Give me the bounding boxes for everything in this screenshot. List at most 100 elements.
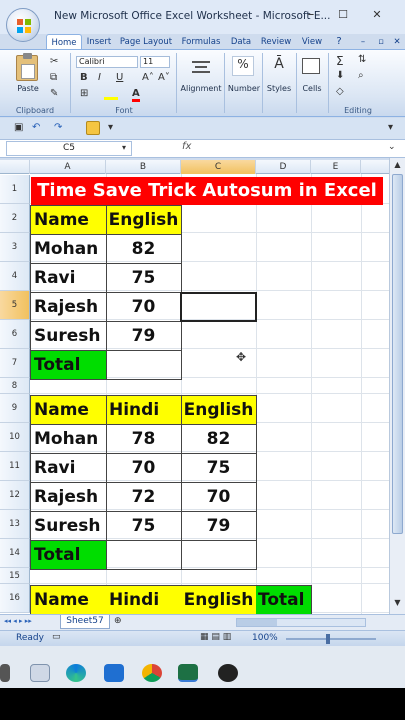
horizontal-scroll-thumb[interactable] [237, 619, 277, 626]
save-icon[interactable]: ▣ [14, 122, 23, 133]
row-header-3[interactable]: 3 [0, 233, 30, 262]
row-header-9[interactable]: 9 [0, 394, 30, 423]
cells-icon[interactable] [302, 58, 320, 74]
number-label[interactable]: Number [226, 84, 262, 93]
excel-icon[interactable] [178, 664, 198, 682]
start-icon[interactable] [0, 664, 10, 682]
tab-insert[interactable]: Insert [84, 34, 114, 50]
tab-page-layout[interactable]: Page Layout [118, 34, 174, 50]
ribbon-minimize-icon[interactable]: – [356, 34, 370, 50]
alignment-label[interactable]: Alignment [178, 84, 224, 93]
alignment-icon[interactable] [190, 58, 212, 76]
zoom-slider[interactable] [286, 634, 376, 644]
expand-formula-icon[interactable]: ⌄ [388, 142, 396, 152]
worksheet-grid[interactable]: A B C D E 1 2 3 4 5 6 7 8 9 10 11 12 13 14 15 16 Time S… [0, 160, 390, 614]
recorder-icon[interactable] [218, 664, 238, 682]
formula-bar: C5 ▾ fx ⌄ [0, 140, 405, 158]
macro-record-icon[interactable]: ▭ [52, 632, 61, 642]
sheet-tab[interactable]: Sheet57 [60, 615, 110, 629]
tab-home[interactable]: Home [46, 34, 82, 50]
insert-function-button[interactable]: fx [182, 141, 191, 152]
row-header-1[interactable]: 1 [0, 175, 30, 204]
copy-icon[interactable]: ⧉ [50, 72, 57, 83]
help-icon[interactable]: ? [332, 34, 346, 50]
column-header-d[interactable]: D [256, 160, 311, 174]
row-header-10[interactable]: 10 [0, 423, 30, 452]
column-header-b[interactable]: B [106, 160, 181, 174]
tab-data[interactable]: Data [228, 34, 254, 50]
font-color-button[interactable]: A [132, 88, 140, 102]
zoom-level[interactable]: 100% [252, 633, 278, 643]
clear-icon[interactable]: ◇ [336, 86, 344, 97]
vertical-scrollbar[interactable]: ▲ ▼ [389, 158, 405, 614]
scroll-up-icon[interactable]: ▲ [391, 160, 404, 172]
font-size-select[interactable]: 11 [140, 56, 170, 68]
name-box[interactable]: C5 [6, 141, 132, 156]
row-header-15[interactable]: 15 [0, 568, 30, 584]
tab-review[interactable]: Review [258, 34, 294, 50]
view-buttons-icon[interactable]: ▦ ▤ ▥ [200, 632, 231, 642]
close-button[interactable]: ✕ [366, 6, 388, 24]
row-header-2[interactable]: 2 [0, 204, 30, 233]
paste-label[interactable]: Paste [10, 84, 46, 93]
row-header-14[interactable]: 14 [0, 539, 30, 568]
column-header-c[interactable]: C [181, 160, 256, 174]
minimize-button[interactable]: – [300, 6, 322, 24]
cut-icon[interactable]: ✂ [50, 56, 58, 67]
format-painter-icon[interactable]: ✎ [50, 88, 58, 99]
sheet-nav-icon[interactable]: ◂◂ ◂ ▸ ▸▸ [4, 617, 32, 625]
scroll-down-icon[interactable]: ▼ [391, 598, 404, 610]
autosum-button[interactable]: Σ [336, 54, 344, 68]
select-all-button[interactable] [0, 160, 30, 174]
styles-icon[interactable]: Ā [268, 56, 290, 76]
font-name-select[interactable]: Calibri [76, 56, 138, 68]
formula-input[interactable] [200, 141, 384, 156]
row-header-4[interactable]: 4 [0, 262, 30, 291]
column-header-e[interactable]: E [311, 160, 361, 174]
row-header-11[interactable]: 11 [0, 452, 30, 481]
grow-font-button[interactable]: A˄ [142, 72, 154, 83]
vertical-scroll-thumb[interactable] [392, 174, 403, 534]
tab-formulas[interactable]: Formulas [178, 34, 224, 50]
sort-filter-icon[interactable]: ⇅ [358, 54, 366, 65]
row-header-13[interactable]: 13 [0, 510, 30, 539]
mail-icon[interactable] [104, 664, 124, 682]
styles-label[interactable]: Styles [264, 84, 294, 93]
tab-view[interactable]: View [298, 34, 326, 50]
undo-icon[interactable]: ↶ [32, 122, 40, 133]
cells-label[interactable]: Cells [298, 84, 326, 93]
maximize-button[interactable]: ☐ [332, 6, 354, 24]
ribbon-restore-icon[interactable]: ▫ [374, 34, 388, 50]
edge-icon[interactable] [66, 664, 86, 682]
number-format-icon[interactable]: % [232, 56, 254, 76]
insert-sheet-icon[interactable]: ⊕ [114, 616, 122, 626]
underline-button[interactable]: U [116, 72, 123, 83]
row-header-7[interactable]: 7 [0, 349, 30, 378]
selected-cell-c5[interactable] [180, 292, 257, 322]
sheet-title-cell[interactable]: Time Save Trick Autosum in Excel [31, 177, 383, 205]
office-button[interactable] [6, 8, 40, 42]
horizontal-scrollbar[interactable] [236, 618, 366, 627]
chrome-icon[interactable] [142, 664, 162, 682]
find-select-icon[interactable]: ⌕ [358, 70, 364, 81]
ribbon-close-icon[interactable]: ✕ [390, 34, 404, 50]
name-box-dropdown-icon[interactable]: ▾ [122, 143, 126, 152]
italic-button[interactable]: I [98, 72, 101, 83]
shrink-font-button[interactable]: A˅ [158, 72, 170, 83]
fill-icon[interactable]: ⬇ [336, 70, 344, 81]
row-header-12[interactable]: 12 [0, 481, 30, 510]
paste-icon[interactable] [16, 53, 38, 81]
bold-button[interactable]: B [80, 72, 88, 83]
task-view-icon[interactable] [30, 664, 50, 682]
borders-icon[interactable]: ⊞ [80, 88, 88, 99]
redo-icon[interactable]: ↷ [54, 122, 62, 133]
row-header-6[interactable]: 6 [0, 320, 30, 349]
macro-icon[interactable] [86, 121, 100, 135]
row-header-8[interactable]: 8 [0, 378, 30, 394]
column-header-a[interactable]: A [30, 160, 106, 174]
row-header-16[interactable]: 16 [0, 584, 30, 613]
row-header-5[interactable]: 5 [0, 291, 30, 320]
customize-qat-icon[interactable]: ▾ [108, 122, 113, 133]
qat-more-icon[interactable]: ▾ [388, 122, 393, 133]
fill-color-icon[interactable] [104, 88, 118, 100]
